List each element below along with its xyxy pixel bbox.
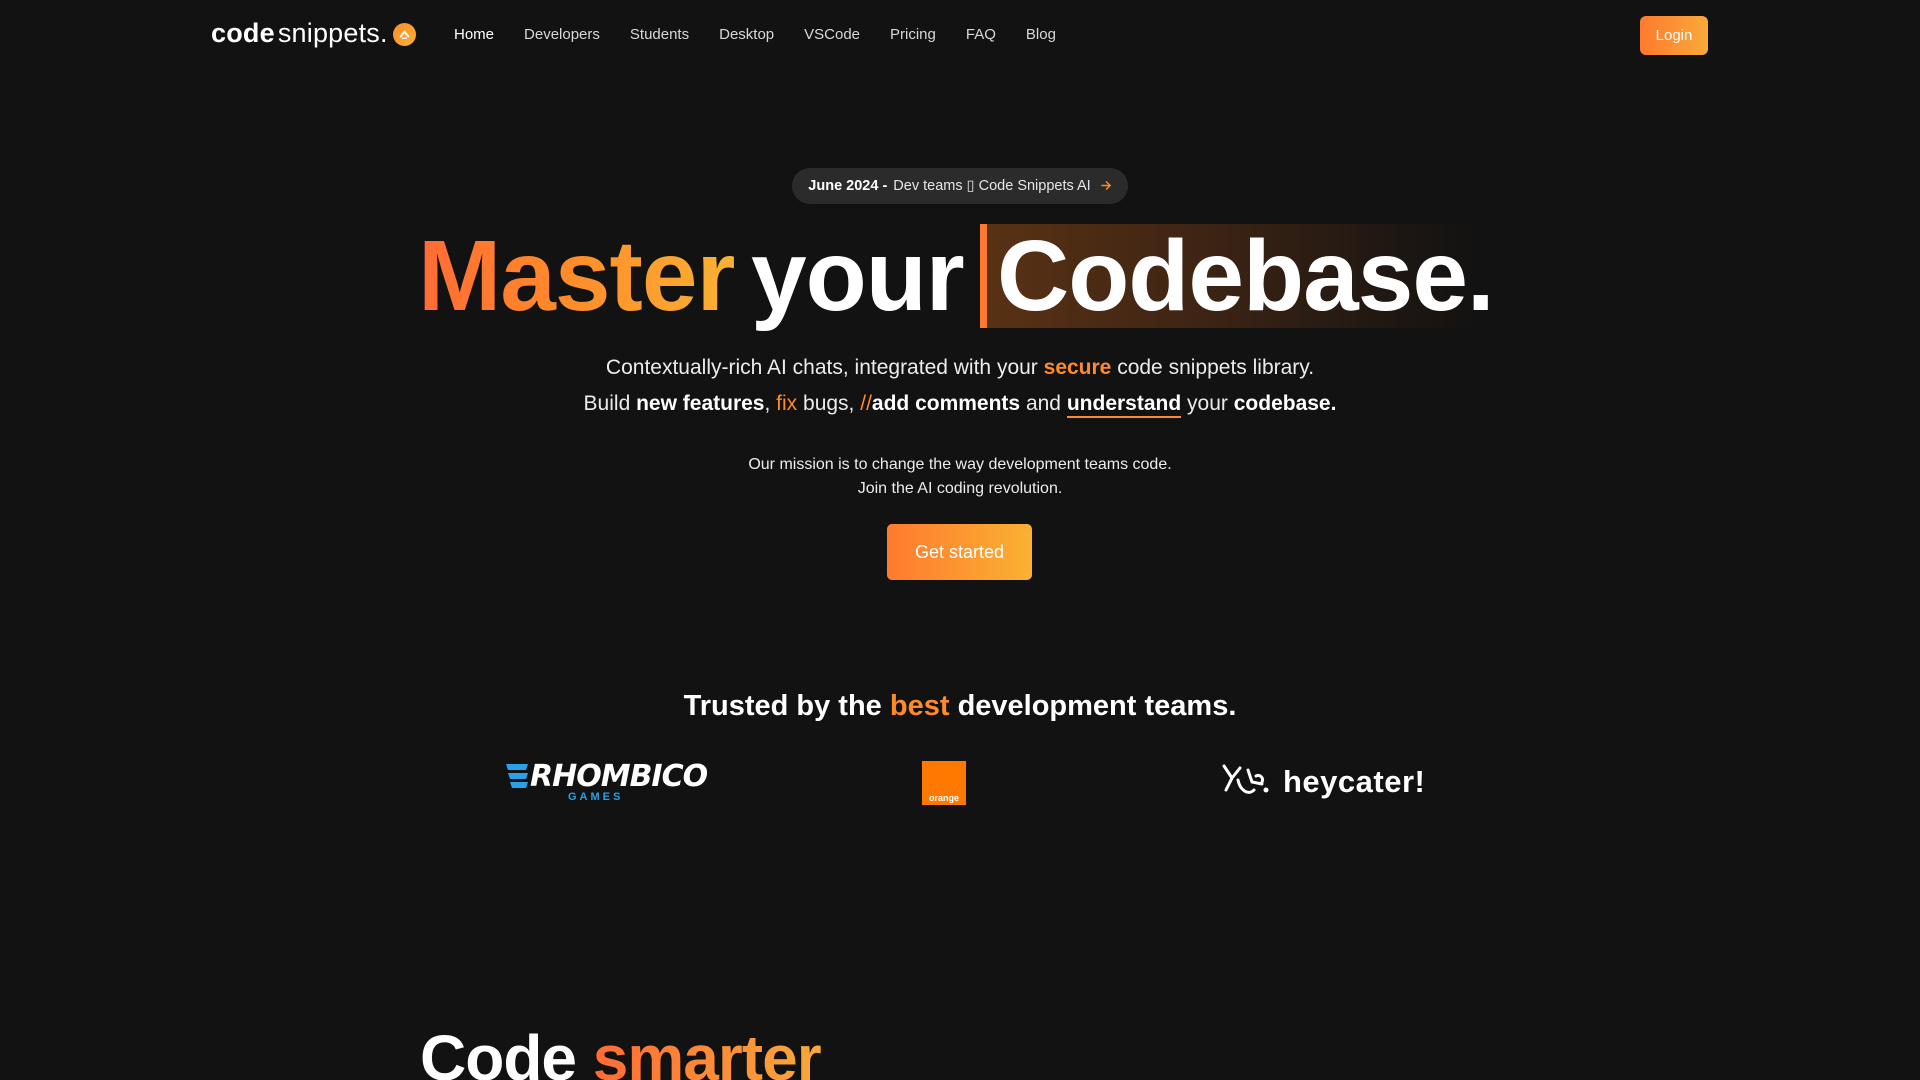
rhombico-wordmark: RHOMBICO bbox=[530, 759, 708, 794]
mission-line-2: Join the AI coding revolution. bbox=[857, 480, 1063, 497]
sub1-secure: secure bbox=[1043, 356, 1112, 379]
nav-item-students[interactable]: Students bbox=[630, 25, 689, 45]
brand-logo[interactable]: code snippets. bbox=[211, 18, 416, 49]
sub1-part-a: Contextually-rich AI chats, integrated w… bbox=[605, 356, 1038, 379]
orange-logo: orange bbox=[922, 761, 966, 805]
trusted-pre: Trusted by the bbox=[683, 690, 882, 722]
top-nav-bar: code snippets. Home Developers Students D… bbox=[0, 0, 1920, 70]
sub2-slashes: // bbox=[860, 392, 872, 415]
sub2-bugs: bugs, bbox=[803, 392, 855, 415]
sub2-fix: fix bbox=[776, 392, 798, 415]
rhombico-games-wordmark: GAMES bbox=[568, 791, 624, 803]
orange-wordmark: orange bbox=[928, 793, 959, 803]
rhombico-games-logo: RHOMBICO GAMES bbox=[506, 759, 708, 805]
hero-headline: Master your Codebase. bbox=[0, 222, 1920, 332]
hero-subtitle-line2: Build new features, fix bugs, //add comm… bbox=[0, 392, 1920, 418]
chevron-up-icon bbox=[392, 23, 416, 46]
nav-item-blog[interactable]: Blog bbox=[1026, 25, 1056, 45]
get-started-button[interactable]: Get started bbox=[887, 524, 1032, 580]
hero-word-codebase: Codebase. bbox=[997, 220, 1495, 332]
hero-word-your: your bbox=[751, 220, 965, 332]
mission-statement: Our mission is to change the way develop… bbox=[0, 453, 1920, 501]
trusted-post: development teams. bbox=[957, 690, 1237, 722]
heycater-mark-icon bbox=[1222, 764, 1269, 794]
nav-item-pricing[interactable]: Pricing bbox=[890, 25, 936, 45]
sub2-understand: understand bbox=[1066, 392, 1182, 418]
trusted-highlight: best bbox=[889, 690, 950, 722]
nav-item-faq[interactable]: FAQ bbox=[966, 25, 996, 45]
hero-subtitle-line1: Contextually-rich AI chats, integrated w… bbox=[0, 356, 1920, 380]
mission-line-1: Our mission is to change the way develop… bbox=[748, 456, 1172, 473]
sub2-codebase: codebase. bbox=[1233, 392, 1337, 415]
rhombico-mark-icon bbox=[506, 764, 528, 788]
code-smarter-heading: Code smarter bbox=[420, 1018, 822, 1080]
hero-word-master: Master bbox=[418, 220, 735, 332]
sub1-part-b: code snippets library. bbox=[1117, 356, 1315, 379]
heycater-wordmark: heycater! bbox=[1283, 764, 1426, 799]
nav-item-vscode[interactable]: VSCode bbox=[804, 25, 860, 45]
brand-name-regular: snippets. bbox=[277, 18, 388, 48]
sub2-add-comments: add comments bbox=[871, 392, 1021, 415]
trusted-heading: Trusted by the best development teams. bbox=[0, 690, 1920, 723]
announcement-pill[interactable]: June 2024 - Dev teams ▯ Code Snippets AI bbox=[792, 168, 1128, 204]
login-button[interactable]: Login bbox=[1640, 16, 1708, 55]
nav-item-developers[interactable]: Developers bbox=[524, 25, 600, 45]
nav-item-desktop[interactable]: Desktop bbox=[719, 25, 774, 45]
section2-word-code: Code bbox=[420, 1022, 577, 1080]
main-nav: Home Developers Students Desktop VSCode … bbox=[454, 25, 1086, 45]
nav-item-home[interactable]: Home bbox=[454, 25, 494, 45]
sub2-your: your bbox=[1187, 392, 1228, 415]
announcement-date: June 2024 - bbox=[808, 178, 888, 194]
arrow-right-icon bbox=[1100, 178, 1112, 194]
sub2-and: and bbox=[1025, 392, 1061, 415]
sub2-build: Build bbox=[583, 392, 631, 415]
typing-caret bbox=[980, 224, 987, 328]
section2-word-smarter: smarter bbox=[593, 1022, 822, 1080]
heycater-logo: heycater! bbox=[1218, 760, 1425, 804]
announcement-text: Dev teams ▯ Code Snippets AI bbox=[893, 178, 1091, 194]
sub2-new-features: new features bbox=[636, 392, 765, 415]
page: code snippets. Home Developers Students D… bbox=[0, 0, 1920, 1080]
brand-name-bold: code bbox=[211, 18, 275, 48]
sub2-comma: , bbox=[764, 392, 771, 415]
